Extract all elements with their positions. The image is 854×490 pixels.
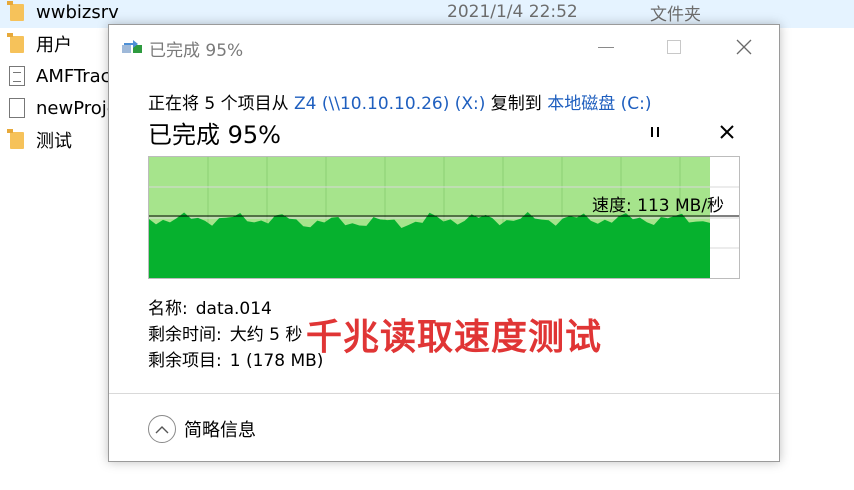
minimize-button[interactable] bbox=[583, 25, 629, 69]
blank-file-icon bbox=[9, 98, 25, 118]
cancel-copy-button[interactable] bbox=[714, 119, 740, 145]
document-icon bbox=[9, 66, 25, 86]
destination-link[interactable]: 本地磁盘 (C:) bbox=[547, 94, 651, 114]
detail-time-row: 剩余时间: 大约 5 秒 bbox=[148, 322, 323, 348]
speed-label: 速度: 113 MB/秒 bbox=[592, 196, 725, 216]
maximize-icon bbox=[667, 40, 681, 54]
file-name: AMFTrac bbox=[36, 65, 108, 87]
chevron-up-icon bbox=[155, 425, 169, 433]
footer-divider bbox=[109, 393, 779, 394]
detail-items-row: 剩余项目: 1 (178 MB) bbox=[148, 348, 323, 374]
fewer-details-label: 简略信息 bbox=[184, 420, 256, 441]
time-remaining-label: 剩余时间: bbox=[148, 325, 222, 345]
window-title: 已完成 95% bbox=[149, 41, 244, 61]
folder-icon bbox=[7, 33, 24, 53]
cancel-icon bbox=[720, 125, 734, 139]
detail-name-row: 名称: data.014 bbox=[148, 296, 323, 322]
minimize-icon bbox=[598, 46, 614, 48]
chevron-up-circle-icon bbox=[148, 415, 176, 443]
items-remaining-label: 剩余项目: bbox=[148, 351, 222, 371]
summary-middle: 复制到 bbox=[485, 94, 548, 114]
time-remaining-value: 大约 5 秒 bbox=[229, 325, 303, 345]
throughput-area bbox=[149, 212, 710, 278]
file-date: 2021/1/4 22:52 bbox=[447, 2, 578, 22]
file-name: newProje bbox=[36, 97, 108, 119]
name-label: 名称: bbox=[148, 299, 188, 319]
file-name: 测试 bbox=[36, 131, 72, 152]
copy-progress-dialog: 已完成 95% 正在将 5 个项目从 Z4 (\\10.10.10.26) (X… bbox=[108, 24, 780, 462]
file-name: 用户 bbox=[36, 35, 72, 56]
title-bar[interactable]: 已完成 95% bbox=[109, 25, 779, 69]
pause-icon bbox=[651, 127, 659, 137]
copy-summary: 正在将 5 个项目从 Z4 (\\10.10.10.26) (X:) 复制到 本… bbox=[148, 89, 652, 114]
pause-button[interactable] bbox=[642, 119, 668, 145]
throughput-graph bbox=[148, 156, 740, 279]
name-value: data.014 bbox=[195, 299, 272, 319]
copy-transfer-icon bbox=[122, 40, 142, 53]
file-type: 文件夹 bbox=[650, 4, 701, 25]
progress-headline: 已完成 95% bbox=[148, 121, 281, 149]
source-link[interactable]: Z4 (\\10.10.10.26) (X:) bbox=[294, 94, 485, 114]
folder-icon bbox=[7, 129, 24, 149]
throughput-graph-svg bbox=[149, 157, 739, 278]
overlay-caption: 千兆读取速度测试 bbox=[306, 317, 603, 358]
transfer-details: 名称: data.014 剩余时间: 大约 5 秒 剩余项目: 1 (178 MB) bbox=[148, 296, 323, 374]
file-name: wwbizsrv bbox=[36, 1, 119, 23]
maximize-button bbox=[651, 25, 697, 69]
folder-icon bbox=[7, 1, 24, 21]
fewer-details-button[interactable]: 简略信息 bbox=[148, 414, 256, 444]
close-icon bbox=[736, 39, 752, 55]
summary-prefix: 正在将 5 个项目从 bbox=[148, 94, 295, 114]
close-button[interactable] bbox=[721, 25, 767, 69]
